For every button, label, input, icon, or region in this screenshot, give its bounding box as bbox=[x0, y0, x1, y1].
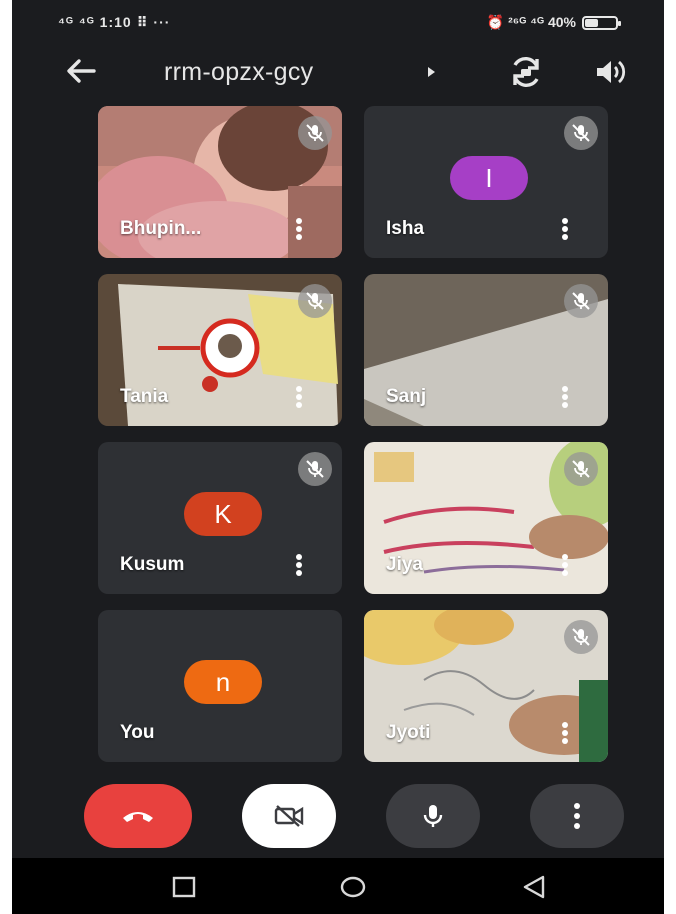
status-left: ⁴ᴳ ⁴ᴳ 1:10 ⠿ ··· bbox=[58, 14, 171, 30]
mic-button[interactable] bbox=[386, 784, 480, 848]
participant-tile[interactable]: Jiya bbox=[364, 442, 608, 594]
participant-tile[interactable]: n You bbox=[98, 610, 342, 762]
avatar: I bbox=[450, 156, 528, 200]
participant-tile[interactable]: K Kusum bbox=[98, 442, 342, 594]
participant-name: You bbox=[120, 722, 155, 743]
phone-screen: ⁴ᴳ ⁴ᴳ 1:10 ⠿ ··· ⏰ ²⁶ᴳ ⁴ᴳ 40% rrm-opzx-g… bbox=[12, 0, 664, 914]
nav-triangle-icon[interactable] bbox=[522, 874, 546, 900]
participant-tile[interactable]: Tania bbox=[98, 274, 342, 426]
switch-camera-icon[interactable] bbox=[508, 56, 544, 88]
mic-off-icon bbox=[564, 452, 598, 486]
mic-off-icon bbox=[298, 284, 332, 318]
nav-square-icon[interactable] bbox=[172, 876, 196, 898]
participant-tile[interactable]: I Isha bbox=[364, 106, 608, 258]
mic-off-icon bbox=[298, 452, 332, 486]
system-nav-bar bbox=[12, 858, 664, 914]
participant-name: Tania bbox=[120, 386, 169, 407]
more-vert-icon[interactable] bbox=[296, 554, 302, 576]
battery-icon bbox=[582, 15, 621, 30]
camera-off-icon bbox=[274, 805, 304, 827]
participant-name: Bhupin... bbox=[120, 218, 202, 239]
more-vert-icon[interactable] bbox=[296, 218, 302, 240]
camera-off-button[interactable] bbox=[242, 784, 336, 848]
mic-off-icon bbox=[564, 116, 598, 150]
more-vert-icon[interactable] bbox=[296, 386, 302, 408]
more-vert-icon[interactable] bbox=[562, 218, 568, 240]
participant-name: Sanj bbox=[386, 386, 427, 407]
meeting-header: rrm-opzx-gcy bbox=[12, 48, 664, 98]
mic-off-icon bbox=[564, 284, 598, 318]
end-call-button[interactable] bbox=[84, 784, 192, 848]
participant-name: Jiya bbox=[386, 554, 423, 575]
more-vert-icon bbox=[574, 803, 580, 829]
nav-circle-icon[interactable] bbox=[340, 876, 366, 898]
participant-name: Isha bbox=[386, 218, 425, 239]
mic-icon bbox=[423, 805, 443, 827]
more-vert-icon[interactable] bbox=[562, 722, 568, 744]
more-options-button[interactable] bbox=[530, 784, 624, 848]
participant-name: Kusum bbox=[120, 554, 185, 575]
mic-off-icon bbox=[564, 620, 598, 654]
status-bar: ⁴ᴳ ⁴ᴳ 1:10 ⠿ ··· ⏰ ²⁶ᴳ ⁴ᴳ 40% bbox=[12, 0, 664, 44]
participant-name: Jyoti bbox=[386, 722, 431, 743]
end-call-icon bbox=[123, 812, 153, 822]
meeting-code[interactable]: rrm-opzx-gcy bbox=[164, 58, 313, 87]
caret-right-icon[interactable] bbox=[428, 67, 435, 77]
participant-tile[interactable]: Jyoti bbox=[364, 610, 608, 762]
avatar: K bbox=[184, 492, 262, 536]
more-vert-icon[interactable] bbox=[562, 386, 568, 408]
participant-tile[interactable]: Sanj bbox=[364, 274, 608, 426]
speaker-icon[interactable] bbox=[594, 58, 628, 86]
more-vert-icon[interactable] bbox=[562, 554, 568, 576]
participant-tile[interactable]: Bhupin... bbox=[98, 106, 342, 258]
status-right-text: ⏰ ²⁶ᴳ ⁴ᴳ 40% bbox=[486, 14, 576, 30]
status-right: ⏰ ²⁶ᴳ ⁴ᴳ 40% bbox=[486, 14, 621, 31]
mic-off-icon bbox=[298, 116, 332, 150]
back-arrow-icon[interactable] bbox=[64, 56, 98, 86]
avatar: n bbox=[184, 660, 262, 704]
